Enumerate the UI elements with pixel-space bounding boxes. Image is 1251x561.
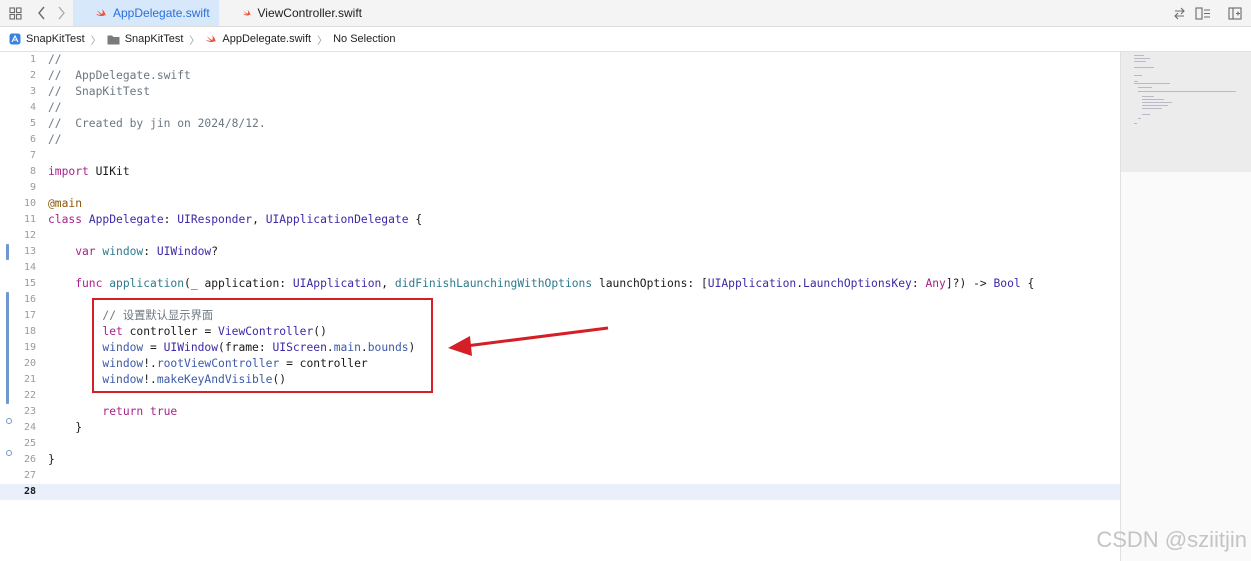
chevron-right-icon: 〉	[90, 35, 101, 47]
minimap-line	[1134, 75, 1142, 76]
minimap-line	[1142, 99, 1164, 100]
breadcrumb-item-folder[interactable]: SnapKitTest	[107, 33, 184, 45]
editor-options-icon[interactable]	[1194, 4, 1212, 22]
minimap-line	[1142, 105, 1168, 106]
line-number: 14	[23, 262, 36, 273]
minimap-line	[1138, 118, 1141, 119]
code-line: import UIKit	[48, 165, 130, 178]
fold-indicator[interactable]	[6, 450, 12, 456]
line-number: 25	[23, 438, 36, 449]
back-chevron-icon[interactable]	[33, 4, 51, 22]
swap-arrows-icon[interactable]	[1170, 4, 1188, 22]
folder-icon	[107, 35, 120, 44]
code-editor[interactable]: 1 2 3 4 5 6 7 8 9 10 11 12 13 14 15 16 1…	[0, 52, 1120, 561]
minimap-visible-region[interactable]	[1121, 52, 1251, 172]
current-line-highlight	[0, 484, 1120, 500]
minimap-line	[1142, 114, 1150, 115]
minimap[interactable]	[1120, 52, 1251, 561]
code-line: return true	[48, 405, 178, 418]
minimap-line	[1134, 55, 1144, 56]
code-line: // AppDelegate.swift	[48, 69, 191, 82]
minimap-line	[1134, 81, 1138, 82]
breadcrumb-label: SnapKitTest	[26, 33, 85, 45]
breadcrumb-item-project[interactable]: SnapKitTest	[9, 33, 85, 45]
line-number: 15	[23, 278, 36, 289]
line-number: 6	[29, 134, 36, 145]
line-number: 23	[23, 406, 36, 417]
fold-indicator[interactable]	[6, 418, 12, 424]
tab-bar: AppDelegate.swift ViewController.swift	[0, 0, 1251, 27]
swift-icon	[206, 35, 217, 44]
line-number: 10	[23, 198, 36, 209]
line-number: 12	[23, 230, 36, 241]
swift-icon	[96, 9, 106, 18]
breadcrumb-item-selection[interactable]: No Selection	[333, 33, 395, 45]
line-number-current: 28	[23, 486, 36, 497]
minimap-line	[1134, 61, 1146, 62]
minimap-line	[1138, 91, 1236, 92]
app-icon	[9, 33, 21, 45]
chevron-right-icon: 〉	[189, 35, 200, 47]
line-number: 27	[23, 470, 36, 481]
minimap-line	[1138, 87, 1152, 88]
code-line: }	[48, 453, 55, 466]
line-number: 7	[29, 150, 36, 161]
swift-icon	[242, 9, 251, 17]
minimap-line	[1134, 58, 1150, 59]
line-number: 11	[23, 214, 36, 225]
line-number: 5	[29, 118, 36, 129]
code-line: }	[48, 421, 83, 434]
minimap-line	[1134, 67, 1154, 68]
code-line: //	[48, 101, 62, 114]
breadcrumb-label: No Selection	[333, 33, 396, 45]
breadcrumb-item-file[interactable]: AppDelegate.swift	[205, 33, 311, 45]
highlight-box	[92, 298, 433, 393]
breadcrumb-label: SnapKitTest	[124, 33, 184, 45]
code-line: class AppDelegate: UIResponder, UIApplic…	[48, 213, 423, 226]
code-line: func application(_ application: UIApplic…	[48, 277, 1035, 290]
line-number: 8	[29, 166, 36, 177]
change-marker[interactable]	[6, 244, 9, 260]
tab-label: ViewController.swift	[257, 6, 362, 20]
chevron-right-icon: 〉	[317, 35, 328, 47]
line-number: 3	[29, 86, 36, 97]
code-line: // SnapKitTest	[48, 85, 151, 98]
add-editor-icon[interactable]	[1226, 4, 1244, 22]
grid-icon[interactable]	[6, 4, 24, 22]
code-line: //	[48, 53, 62, 66]
tab-appdelegate[interactable]: AppDelegate.swift	[73, 0, 219, 26]
minimap-line	[1134, 123, 1137, 124]
breadcrumb-label: AppDelegate.swift	[222, 33, 312, 45]
minimap-line	[1142, 96, 1154, 97]
code-line: // Created by jin on 2024/8/12.	[48, 117, 266, 130]
tab-label: AppDelegate.swift	[113, 6, 210, 20]
tab-viewcontroller[interactable]: ViewController.swift	[222, 0, 362, 26]
code-line: @main	[48, 197, 83, 210]
watermark: CSDN @sziitjin	[1096, 527, 1247, 552]
code-line: var window: UIWindow?	[48, 245, 219, 258]
line-number: 1	[29, 54, 36, 65]
minimap-line	[1134, 83, 1170, 84]
minimap-line	[1142, 102, 1172, 103]
forward-chevron-icon[interactable]	[52, 4, 70, 22]
code-line: //	[48, 133, 62, 146]
line-number: 2	[29, 70, 36, 81]
breadcrumb: SnapKitTest 〉 SnapKitTest 〉 AppDelegate.…	[0, 27, 1251, 52]
line-number: 4	[29, 102, 36, 113]
line-number: 9	[29, 182, 36, 193]
change-marker[interactable]	[6, 292, 9, 404]
minimap-line	[1142, 108, 1162, 109]
